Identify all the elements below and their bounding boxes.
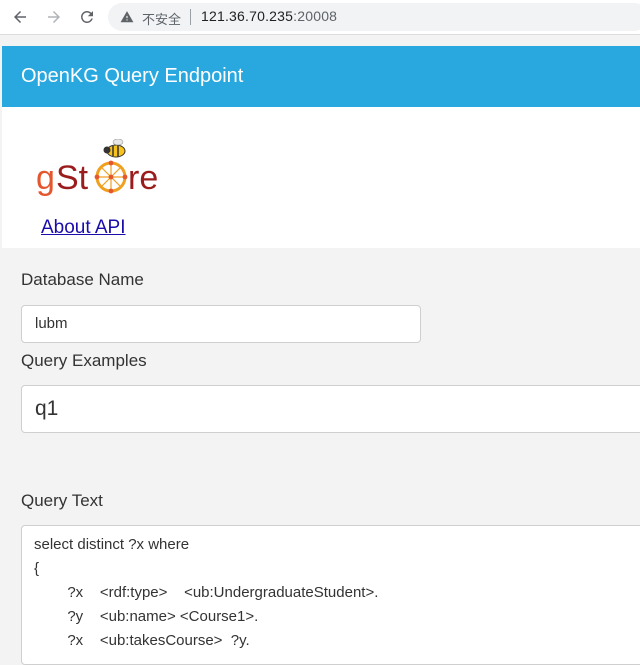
query-line: select distinct ?x where [34, 536, 190, 553]
page-content: OpenKG Query Endpoint g St re About API [2, 46, 640, 665]
hero-section: g St re About API [2, 107, 640, 248]
back-button[interactable] [8, 5, 32, 29]
top-navbar: OpenKG Query Endpoint [2, 46, 640, 107]
back-arrow-icon [14, 11, 26, 23]
reload-icon [81, 10, 93, 23]
forward-arrow-icon [48, 11, 60, 23]
query-line: ?x <rdf:type> <ub:UndergraduateStudent>. [34, 584, 379, 601]
reload-button[interactable] [75, 5, 99, 29]
query-examples-value: q1 [35, 397, 59, 420]
database-name-label: Database Name [21, 270, 144, 289]
security-status[interactable]: 不安全 [142, 9, 181, 28]
query-examples-label: Query Examples [21, 351, 147, 370]
query-line: { [34, 560, 40, 577]
about-api-link[interactable]: About API [41, 217, 126, 239]
svg-text:re: re [128, 159, 158, 197]
query-text-area[interactable]: select distinct ?x where { ?x <rdf:type>… [21, 525, 640, 665]
url-host: 121.36.70.235 [201, 8, 294, 24]
warning-icon [120, 11, 134, 23]
url-port: :20008 [293, 8, 338, 24]
query-line: ?x <ub:takesCourse> ?y. [34, 632, 250, 649]
address-bar[interactable]: 不安全 121.36.70.235:20008 [108, 3, 640, 31]
svg-text:g: g [36, 159, 55, 197]
query-line: ?y <ub:name> <Course1>. [34, 608, 259, 625]
browser-toolbar: 不安全 121.36.70.235:20008 [0, 0, 640, 35]
svg-text:St: St [56, 159, 89, 197]
forward-button[interactable] [42, 5, 66, 29]
page-title: OpenKG Query Endpoint [21, 65, 244, 87]
address-separator [190, 9, 191, 25]
query-text-label: Query Text [21, 491, 103, 510]
database-name-input[interactable]: lubm [21, 305, 421, 343]
url-text[interactable]: 121.36.70.235:20008 [201, 8, 337, 24]
gstore-logo: g St re [36, 139, 158, 197]
database-name-value: lubm [35, 315, 68, 332]
query-examples-select[interactable]: q1 [21, 385, 640, 433]
